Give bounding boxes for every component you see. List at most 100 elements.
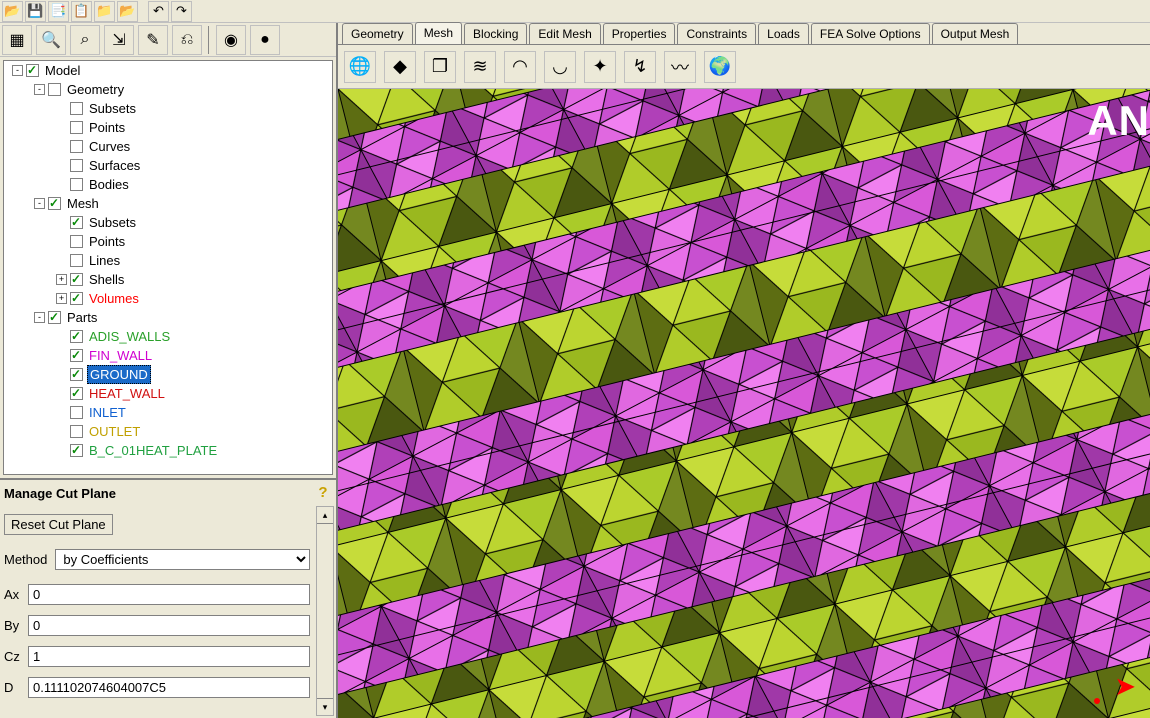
- tree-checkbox[interactable]: [70, 178, 83, 191]
- tree-node-label[interactable]: Model: [43, 62, 82, 79]
- tree-checkbox[interactable]: [48, 83, 61, 96]
- tree-node-label[interactable]: Surfaces: [87, 157, 142, 174]
- tab-fea-solve-options[interactable]: FEA Solve Options: [811, 23, 930, 44]
- redo-icon[interactable]: ↷: [171, 1, 192, 22]
- tree-node-label[interactable]: Subsets: [87, 214, 138, 231]
- tree-row[interactable]: - Mesh: [4, 194, 332, 213]
- file-saveall-icon[interactable]: 📑: [48, 1, 69, 22]
- tree-node-label[interactable]: FIN_WALL: [87, 347, 154, 364]
- tree-node-label[interactable]: Volumes: [87, 290, 141, 307]
- tree-node-label[interactable]: GROUND: [87, 365, 151, 384]
- model-tree-scroll[interactable]: - Model - Geometry Subsets Points Curves Surfac…: [4, 61, 332, 474]
- mesh-tool-5-icon[interactable]: ◡: [544, 51, 576, 83]
- tab-blocking[interactable]: Blocking: [464, 23, 527, 44]
- mesh-tool-3-icon[interactable]: ≋: [464, 51, 496, 83]
- method-select[interactable]: by Coefficients: [55, 549, 310, 570]
- tree-checkbox[interactable]: [70, 368, 83, 381]
- tree-node-label[interactable]: Mesh: [65, 195, 101, 212]
- tree-row[interactable]: HEAT_WALL: [4, 384, 332, 403]
- tab-properties[interactable]: Properties: [603, 23, 676, 44]
- tree-node-label[interactable]: Points: [87, 119, 127, 136]
- tree-node-label[interactable]: HEAT_WALL: [87, 385, 167, 402]
- tree-checkbox[interactable]: [26, 64, 39, 77]
- measure-icon[interactable]: ⇲: [104, 25, 134, 55]
- tree-node-label[interactable]: Shells: [87, 271, 126, 288]
- mesh-tool-1-icon[interactable]: ◆: [384, 51, 416, 83]
- file-export-icon[interactable]: 📋: [71, 1, 92, 22]
- tree-node-label[interactable]: Subsets: [87, 100, 138, 117]
- sphere-solid-icon[interactable]: ●: [250, 25, 280, 55]
- tree-row[interactable]: - Model: [4, 61, 332, 80]
- file-folder2-icon[interactable]: 📂: [117, 1, 138, 22]
- tree-row[interactable]: Subsets: [4, 99, 332, 118]
- tree-row[interactable]: ADIS_WALLS: [4, 327, 332, 346]
- tree-row[interactable]: +Shells: [4, 270, 332, 289]
- tree-checkbox[interactable]: [70, 273, 83, 286]
- tree-row[interactable]: Surfaces: [4, 156, 332, 175]
- file-open-icon[interactable]: 📂: [2, 1, 23, 22]
- tab-edit-mesh[interactable]: Edit Mesh: [529, 23, 600, 44]
- cz-input[interactable]: [28, 646, 310, 667]
- tree-row[interactable]: Points: [4, 232, 332, 251]
- tree-node-label[interactable]: ADIS_WALLS: [87, 328, 172, 345]
- tree-row[interactable]: FIN_WALL: [4, 346, 332, 365]
- tab-geometry[interactable]: Geometry: [342, 23, 413, 44]
- fit-view-icon[interactable]: ▦: [2, 25, 32, 55]
- mesh-viewport[interactable]: AN ➤: [338, 89, 1150, 718]
- tree-node-label[interactable]: Geometry: [65, 81, 126, 98]
- mesh-tool-0-icon[interactable]: 🌐: [344, 51, 376, 83]
- tree-expander-icon[interactable]: -: [12, 65, 23, 76]
- tree-row[interactable]: Subsets: [4, 213, 332, 232]
- mesh-tool-9-icon[interactable]: 🌍: [704, 51, 736, 83]
- cut-plane-scrollbar[interactable]: ▴ ▾: [316, 506, 334, 716]
- tree-row[interactable]: OUTLET: [4, 422, 332, 441]
- tree-expander-icon[interactable]: +: [56, 293, 67, 304]
- tree-node-label[interactable]: B_C_01HEAT_PLATE: [87, 442, 219, 459]
- tree-expander-icon[interactable]: -: [34, 84, 45, 95]
- mesh-tool-8-icon[interactable]: 〰: [664, 51, 696, 83]
- tree-checkbox[interactable]: [70, 387, 83, 400]
- tree-node-label[interactable]: Curves: [87, 138, 132, 155]
- tree-row[interactable]: Curves: [4, 137, 332, 156]
- tab-constraints[interactable]: Constraints: [677, 23, 756, 44]
- zoom-area-icon[interactable]: ⌕: [70, 25, 100, 55]
- tree-checkbox[interactable]: [70, 349, 83, 362]
- ax-input[interactable]: [28, 584, 310, 605]
- mesh-tool-6-icon[interactable]: ✦: [584, 51, 616, 83]
- mesh-tool-7-icon[interactable]: ↯: [624, 51, 656, 83]
- tree-node-label[interactable]: INLET: [87, 404, 128, 421]
- tree-node-label[interactable]: OUTLET: [87, 423, 142, 440]
- tree-row[interactable]: INLET: [4, 403, 332, 422]
- tree-checkbox[interactable]: [70, 425, 83, 438]
- file-save-icon[interactable]: 💾: [25, 1, 46, 22]
- tab-output-mesh[interactable]: Output Mesh: [932, 23, 1019, 44]
- zoom-icon[interactable]: 🔍: [36, 25, 66, 55]
- tree-row[interactable]: Points: [4, 118, 332, 137]
- tree-checkbox[interactable]: [48, 197, 61, 210]
- tree-checkbox[interactable]: [70, 102, 83, 115]
- tree-row[interactable]: -Parts: [4, 308, 332, 327]
- tab-mesh[interactable]: Mesh: [415, 22, 462, 44]
- edit-view-icon[interactable]: ✎: [138, 25, 168, 55]
- mesh-tool-4-icon[interactable]: ◠: [504, 51, 536, 83]
- tree-node-label[interactable]: Lines: [87, 252, 122, 269]
- tree-row[interactable]: + Volumes: [4, 289, 332, 308]
- tree-node-label[interactable]: Points: [87, 233, 127, 250]
- tree-expander-icon[interactable]: -: [34, 198, 45, 209]
- tree-row[interactable]: Lines: [4, 251, 332, 270]
- tree-checkbox[interactable]: [70, 235, 83, 248]
- tree-checkbox[interactable]: [70, 159, 83, 172]
- mesh-tool-2-icon[interactable]: ❐: [424, 51, 456, 83]
- tree-checkbox[interactable]: [48, 311, 61, 324]
- tree-node-label[interactable]: Bodies: [87, 176, 131, 193]
- tab-loads[interactable]: Loads: [758, 23, 809, 44]
- tree-checkbox[interactable]: [70, 140, 83, 153]
- file-folder-icon[interactable]: 📁: [94, 1, 115, 22]
- tree-checkbox[interactable]: [70, 444, 83, 457]
- refresh-view-icon[interactable]: ⎌: [172, 25, 202, 55]
- tree-row[interactable]: - Geometry: [4, 80, 332, 99]
- tree-checkbox[interactable]: [70, 406, 83, 419]
- tree-checkbox[interactable]: [70, 121, 83, 134]
- d-input[interactable]: [28, 677, 310, 698]
- tree-row[interactable]: Bodies: [4, 175, 332, 194]
